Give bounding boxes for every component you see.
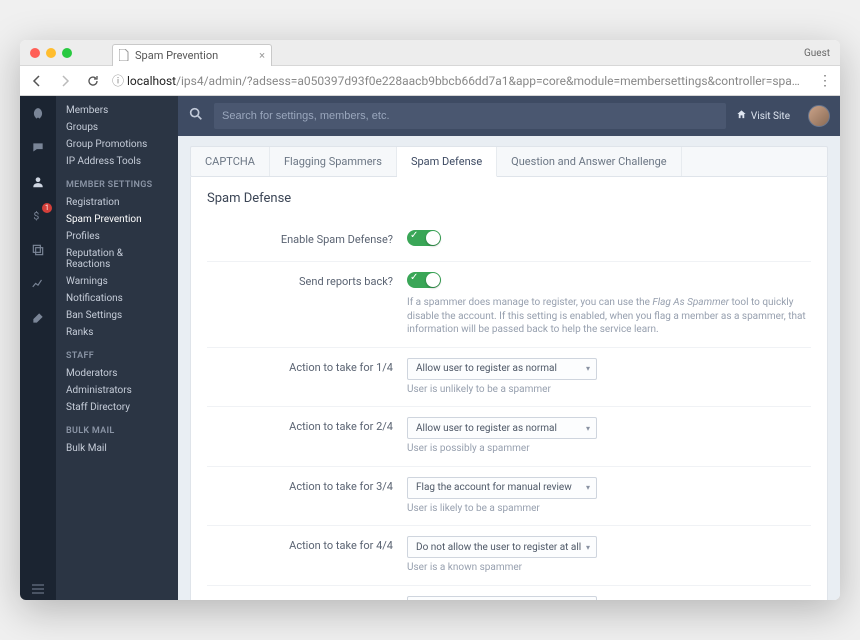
browser-menu-button[interactable]: ⋮	[818, 73, 832, 89]
rail-icon-brush[interactable]	[28, 308, 48, 328]
action-2-select[interactable]: Allow user to register as normal▾	[407, 417, 597, 439]
rail-icon-stats[interactable]	[28, 274, 48, 294]
setting-row: Action to take for 2/4 Allow user to reg…	[207, 406, 811, 466]
sidebar-item[interactable]: Members	[56, 102, 178, 119]
document-icon	[119, 49, 129, 61]
setting-row: Action to take for 1/4 Allow user to reg…	[207, 347, 811, 407]
setting-label: Action to take for 3/4	[207, 477, 407, 493]
sidebar-item[interactable]: Reputation & Reactions	[56, 245, 178, 273]
url-path: /ips4/admin/?adsess=a050397d93f0e228aacb…	[176, 74, 808, 88]
guest-label: Guest	[804, 40, 830, 66]
content-area: Visit Site CAPTCHA Flagging Spammers Spa…	[178, 96, 840, 600]
tab-flagging-spammers[interactable]: Flagging Spammers	[270, 147, 397, 176]
sidebar-item[interactable]: Ban Settings	[56, 307, 178, 324]
user-avatar[interactable]	[808, 105, 830, 127]
rail-icon-collapse[interactable]	[20, 584, 56, 594]
address-bar: ⓘ localhost/ips4/admin/?adsess=a050397d9…	[20, 66, 840, 96]
setting-row: Action to take for 3/4 Flag the account …	[207, 466, 811, 526]
tab-close-icon[interactable]: ×	[259, 49, 265, 62]
titlebar: Spam Prevention × Guest	[20, 40, 840, 66]
sidebar-item[interactable]: Notifications	[56, 290, 178, 307]
sidebar-item[interactable]: Bulk Mail	[56, 440, 178, 457]
window-minimize-button[interactable]	[46, 48, 56, 58]
search-input[interactable]	[214, 103, 726, 129]
visit-site-label: Visit Site	[751, 111, 790, 122]
help-text: User is unlikely to be a spammer	[407, 383, 811, 397]
chevron-down-icon: ▾	[586, 483, 590, 492]
setting-label: Send reports back?	[207, 272, 407, 288]
nav-back-button[interactable]	[28, 75, 46, 87]
setting-label: Action to take for communication error?	[207, 596, 407, 601]
sidebar-item[interactable]: Groups	[56, 119, 178, 136]
setting-row: Send reports back? If a spammer does man…	[207, 261, 811, 347]
help-text: User is possibly a spammer	[407, 442, 811, 456]
setting-label: Action to take for 2/4	[207, 417, 407, 433]
help-text: User is likely to be a spammer	[407, 502, 811, 516]
tabs-bar: CAPTCHA Flagging Spammers Spam Defense Q…	[190, 146, 828, 177]
browser-tab[interactable]: Spam Prevention ×	[112, 44, 272, 66]
rail-badge: 1	[42, 203, 52, 213]
nav-rail: $1	[20, 96, 56, 600]
sidebar-item-spam-prevention[interactable]: Spam Prevention	[56, 211, 178, 228]
action-commerr-select[interactable]: Allow user to register as normal▾	[407, 596, 597, 601]
setting-row: Action to take for communication error? …	[207, 585, 811, 601]
action-4-select[interactable]: Do not allow the user to register at all…	[407, 536, 597, 558]
home-icon	[736, 109, 747, 123]
sidebar-heading: MEMBER SETTINGS	[56, 170, 178, 194]
browser-window: Spam Prevention × Guest ⓘ localhost/ips4…	[20, 40, 840, 600]
rail-icon-copy[interactable]	[28, 240, 48, 260]
search-icon	[188, 106, 204, 126]
window-close-button[interactable]	[30, 48, 40, 58]
sidebar-item[interactable]: Staff Directory	[56, 399, 178, 416]
sidebar-item[interactable]: IP Address Tools	[56, 153, 178, 170]
send-reports-toggle[interactable]	[407, 272, 441, 288]
svg-text:$: $	[33, 210, 39, 223]
sidebar-item[interactable]: Administrators	[56, 382, 178, 399]
tab-spam-defense[interactable]: Spam Defense	[397, 147, 497, 177]
sidebar: Members Groups Group Promotions IP Addre…	[56, 96, 178, 600]
setting-label: Action to take for 4/4	[207, 536, 407, 552]
rail-icon-member[interactable]	[28, 172, 48, 192]
app-topbar: Visit Site	[178, 96, 840, 136]
setting-label: Action to take for 1/4	[207, 358, 407, 374]
setting-row: Action to take for 4/4 Do not allow the …	[207, 525, 811, 585]
nav-forward-button[interactable]	[56, 75, 74, 87]
url-host: localhost	[127, 74, 176, 88]
help-text: User is a known spammer	[407, 561, 811, 575]
rail-icon-rocket[interactable]	[28, 104, 48, 124]
visit-site-button[interactable]: Visit Site	[736, 109, 790, 123]
settings-panel: Spam Defense Enable Spam Defense? Send r…	[190, 177, 828, 600]
chevron-down-icon: ▾	[586, 364, 590, 373]
window-maximize-button[interactable]	[62, 48, 72, 58]
setting-label: Enable Spam Defense?	[207, 230, 407, 246]
browser-tab-title: Spam Prevention	[135, 49, 218, 62]
sidebar-item[interactable]: Profiles	[56, 228, 178, 245]
tab-captcha[interactable]: CAPTCHA	[191, 147, 270, 176]
action-3-select[interactable]: Flag the account for manual review▾	[407, 477, 597, 499]
chevron-down-icon: ▾	[586, 543, 590, 552]
action-1-select[interactable]: Allow user to register as normal▾	[407, 358, 597, 380]
chevron-down-icon: ▾	[586, 424, 590, 433]
sidebar-item[interactable]: Group Promotions	[56, 136, 178, 153]
url-field[interactable]: ⓘ localhost/ips4/admin/?adsess=a050397d9…	[112, 72, 808, 89]
rail-icon-chat[interactable]	[28, 138, 48, 158]
nav-reload-button[interactable]	[84, 75, 102, 87]
sidebar-heading: BULK MAIL	[56, 416, 178, 440]
setting-row: Enable Spam Defense?	[207, 220, 811, 261]
traffic-lights	[20, 48, 72, 58]
sidebar-item[interactable]: Registration	[56, 194, 178, 211]
sidebar-heading: STAFF	[56, 341, 178, 365]
info-icon: ⓘ	[112, 74, 124, 88]
enable-spam-defense-toggle[interactable]	[407, 230, 441, 246]
panel-title: Spam Defense	[207, 191, 811, 206]
help-text: If a spammer does manage to register, yo…	[407, 296, 811, 337]
sidebar-item[interactable]: Ranks	[56, 324, 178, 341]
sidebar-item[interactable]: Moderators	[56, 365, 178, 382]
rail-icon-commerce[interactable]: $1	[28, 206, 48, 226]
tab-qa-challenge[interactable]: Question and Answer Challenge	[497, 147, 681, 176]
sidebar-item[interactable]: Warnings	[56, 273, 178, 290]
